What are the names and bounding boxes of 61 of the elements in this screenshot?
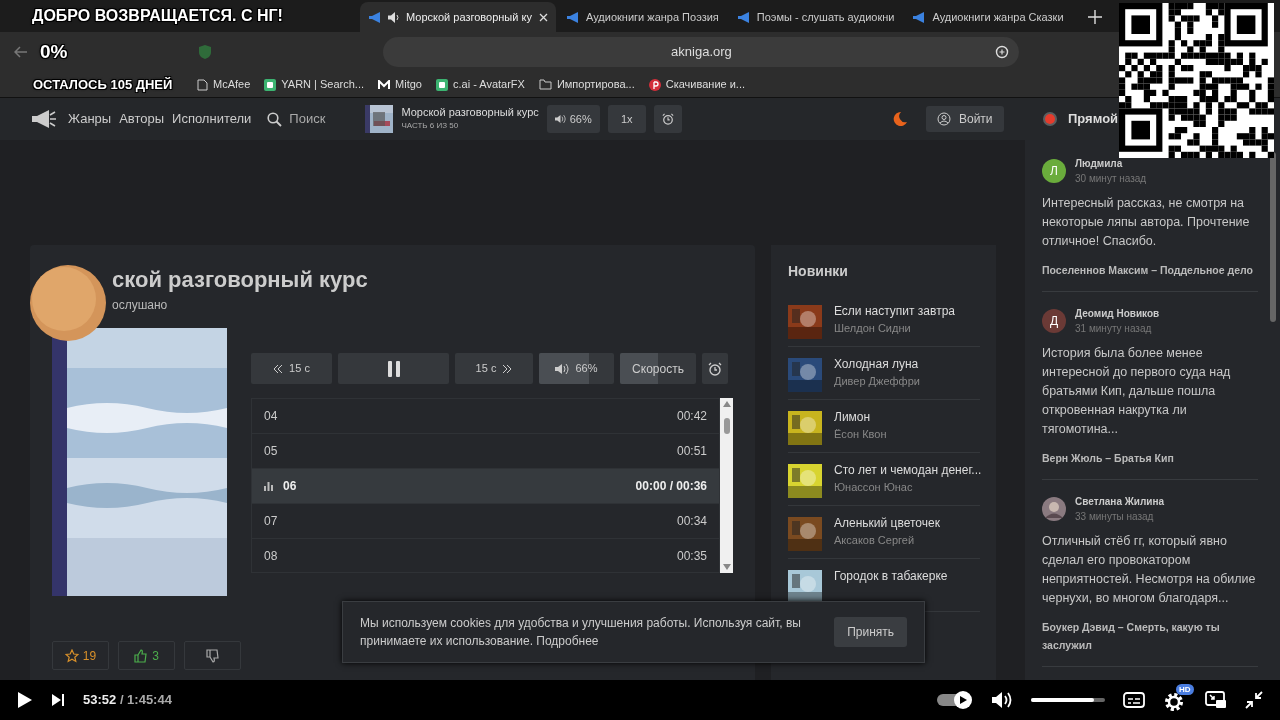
bookmark[interactable]: McAfee — [197, 76, 251, 93]
time-display: 53:52 / 1:45:44 — [83, 691, 172, 710]
comment-text: Интересный рассказ, не смотря на некоторые ляпы автора. Прочтение отличное! Спасибо. — [1042, 195, 1251, 250]
section-title: Новинки — [788, 262, 849, 281]
comment-time: 30 минут назад — [1075, 172, 1147, 186]
avatar: Л — [1042, 159, 1066, 183]
bookmark[interactable]: c.ai - AvatarFX — [435, 76, 525, 93]
cookie-text: Мы используем cookies для удобства и улучшения работы. Используя сайт, вы принимаете их использование. Подробнее — [360, 615, 802, 650]
book-link[interactable]: Поселеннов Максим – Поддельное дело — [1042, 261, 1258, 279]
overlay-title: ДОБРО ВОЗВРАЩАЕТСЯ. С НГ! — [32, 6, 284, 26]
book-item[interactable]: Холодная луна Дивер Джеффри — [788, 347, 980, 400]
nav-link[interactable]: Авторы — [119, 109, 165, 129]
overlay-countdown: ОСТАЛОСЬ 105 ДНЕЙ — [33, 75, 174, 94]
now-playing-title: Морской разговорный курс — [401, 106, 539, 119]
track-row[interactable]: 07 00:34 — [252, 504, 719, 539]
search-link[interactable]: Поиск — [289, 109, 326, 129]
bookmark[interactable]: Скачивание и... — [648, 76, 746, 93]
nav-link[interactable]: Жанры — [68, 109, 112, 129]
track-row[interactable]: 04 00:42 — [252, 399, 719, 434]
browser-tab[interactable]: Аудиокниги жанра Сказки — [904, 2, 1072, 32]
address-bar[interactable]: akniga.org — [383, 37, 1020, 67]
rewind-button[interactable]: 15 с — [251, 353, 332, 384]
comment-text: История была более менее интересной до первого суда над братьями Кип, дальше пошла откровенная накрутка ли тягомотина... — [1042, 345, 1232, 438]
hd-badge: HD — [1176, 684, 1194, 695]
speed-button[interactable]: 1x — [607, 105, 646, 133]
comment-author[interactable]: Светлана Жилина — [1075, 494, 1164, 509]
track-row[interactable]: 06 00:00 / 00:36 — [252, 469, 719, 504]
volume-button[interactable]: 66% — [539, 353, 614, 384]
speed-button[interactable]: Скорость — [620, 353, 696, 384]
bookmark[interactable]: Импортирова... — [538, 76, 635, 93]
forward-button[interactable]: 15 с — [455, 353, 533, 384]
nav-link[interactable]: Исполнители — [172, 109, 252, 129]
browser-tab[interactable]: Поэмы - слушать аудиокни — [728, 2, 903, 32]
comment-time: 33 минуты назад — [1075, 510, 1155, 524]
book-link[interactable]: Боукер Дэвид – Смерть, какую ты заслужил — [1042, 618, 1258, 654]
more-link[interactable]: Подробнее — [536, 634, 599, 648]
overlay-percent: 0% — [40, 39, 68, 64]
book-item[interactable]: Сто лет и чемодан денег... Юнассон Юнас — [788, 453, 980, 506]
live-tab[interactable]: Прямой — [1068, 109, 1119, 129]
browser-tab[interactable]: Морской разговорный ку — [360, 2, 556, 32]
book-item[interactable]: Лимон Ёсон Квон — [788, 400, 980, 453]
book-title: ской разговорный курс — [112, 266, 369, 294]
book-item[interactable]: Если наступит завтра Шелдон Сидни — [788, 294, 980, 347]
comment-text: Отличный стёб гг, который явно сделал его провокатором неприятностей. Несмотря на обилие чернухи, во многом благодаря... — [1042, 533, 1257, 607]
comment-time: 31 минуту назад — [1075, 322, 1153, 336]
comment-author[interactable]: Деомид Новиков — [1075, 306, 1160, 321]
listened-label: ослушано — [112, 297, 169, 314]
part-label: ЧАСТЬ 6 ИЗ 50 — [401, 120, 460, 132]
login-button[interactable]: Войти — [925, 106, 1004, 132]
avatar: Д — [1042, 309, 1066, 333]
bookmark[interactable]: Mitgo — [378, 76, 422, 93]
browser-tab[interactable]: Аудиокниги жанра Поэзия — [558, 2, 727, 32]
book-link[interactable]: Верн Жюль – Братья Кип — [1042, 449, 1258, 467]
favorite-button[interactable]: 19 — [52, 641, 109, 670]
track-row[interactable]: 08 00:35 — [252, 539, 719, 572]
accept-button[interactable]: Принять — [834, 617, 907, 647]
comment-author[interactable]: Людмила — [1075, 156, 1147, 171]
volume-button[interactable]: 66% — [546, 105, 600, 133]
like-button[interactable]: 3 — [118, 641, 175, 670]
book-item[interactable]: Аленький цветочек Аксаков Сергей — [788, 506, 980, 559]
bookmark[interactable]: YARN | Search... — [264, 76, 365, 93]
